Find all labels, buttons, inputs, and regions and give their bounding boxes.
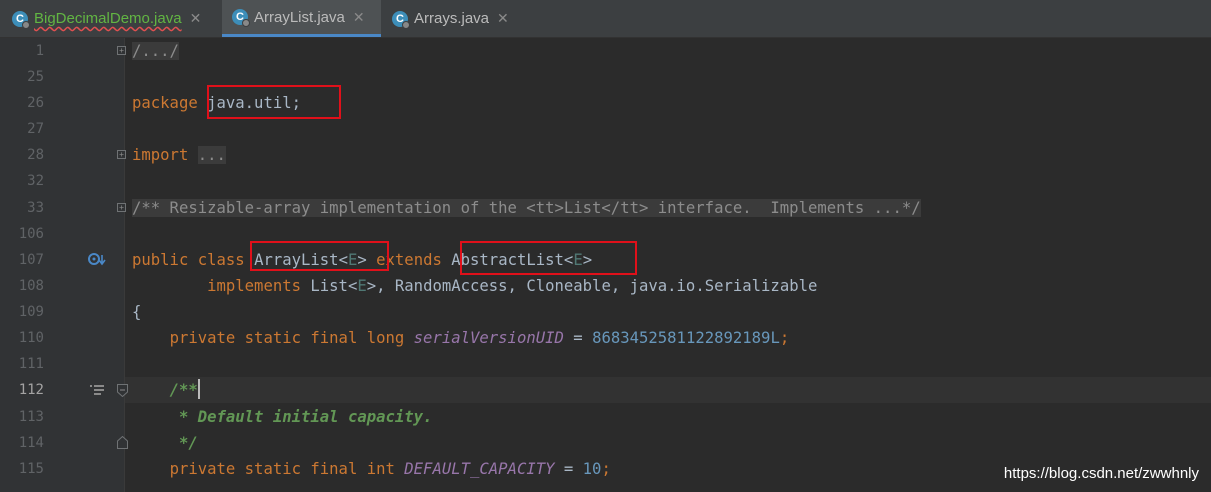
watermark-text: https://blog.csdn.net/zwwhnly [1003,465,1199,482]
folded-region[interactable]: /.../ [132,42,179,60]
rendered-doc-toggle-icon[interactable] [90,384,104,396]
semicolon: ; [779,329,790,347]
highlight-box-class [250,241,389,271]
folded-region[interactable]: ... [197,146,226,164]
operator: = [554,460,583,478]
line-number: 26 [27,95,44,111]
number-literal: 8683452581122892189L [592,329,780,347]
interface-list: >, RandomAccess, Cloneable, java.io.Seri… [366,277,818,295]
type-parameter: E [357,277,367,295]
java-class-icon: C [232,9,250,27]
tab-label: ArrayList.java [254,8,345,26]
close-icon[interactable]: ✕ [353,9,365,26]
line-number: 109 [18,304,44,320]
close-icon[interactable]: ✕ [497,10,509,27]
code-editor[interactable]: 1 25 26 27 28 32 33 106 107 108 109 110 … [0,38,1211,492]
line-number: 107 [18,252,44,268]
line-number: 111 [18,356,44,372]
line-number: 114 [18,435,44,451]
code-line-110: private static final long serialVersionU… [132,325,790,351]
keyword: implements [207,277,301,295]
javadoc-comment: * Default initial capacity. [169,408,433,426]
field-name: serialVersionUID [413,329,564,347]
text-caret [197,379,200,399]
javadoc-comment: */ [169,434,198,452]
folded-javadoc[interactable]: /** Resizable-array implementation of th… [132,199,921,217]
line-number: 27 [27,121,44,137]
java-class-icon: C [12,10,30,29]
number-literal: 10 [582,460,602,478]
line-number: 33 [27,200,44,216]
keyword: import [132,146,189,164]
code-line-108: implements List<E>, RandomAccess, Clonea… [132,273,817,299]
operator: = [563,329,593,347]
keyword: private static final int [169,460,395,478]
tab-label: Arrays.java [414,10,490,27]
line-number: 113 [18,409,44,425]
java-class-icon: C [392,10,410,29]
line-number: 110 [18,330,44,346]
fold-end-icon[interactable] [117,436,128,449]
tab-label: BigDecimalDemo.java [34,10,182,27]
code-line-33: /** Resizable-array implementation of th… [132,195,921,221]
keyword: public [132,251,189,269]
code-line-115: private static final int DEFAULT_CAPACIT… [132,456,611,482]
line-number: 28 [27,147,44,163]
highlight-box-superclass [460,241,637,275]
gutter: 1 25 26 27 28 32 33 106 107 108 109 110 … [0,38,128,492]
interface-name: List< [310,277,358,295]
overridden-method-icon[interactable] [88,253,106,267]
line-number: 108 [18,278,44,294]
code-line-1: /.../ [132,38,179,64]
close-icon[interactable]: ✕ [190,10,202,27]
line-number: 106 [18,226,44,242]
editor-tab-bar: C BigDecimalDemo.java ✕ C ArrayList.java… [0,0,1211,38]
fold-expand-icon[interactable]: + [117,150,126,159]
tab-bigdecimaldemo[interactable]: C BigDecimalDemo.java ✕ [12,0,201,37]
code-line-114: */ [132,430,198,456]
keyword: package [132,94,198,112]
line-number: 1 [35,43,44,59]
current-line-number: 112 [18,382,44,398]
brace: { [132,303,142,321]
tab-arraylist[interactable]: C ArrayList.java ✕ [222,0,381,37]
code-line-109: { [132,299,141,325]
code-line-112: /** [132,377,200,403]
fold-expand-icon[interactable]: + [117,203,126,212]
keyword: class [197,251,245,269]
code-line-28: import ... [132,142,226,168]
semicolon: ; [601,460,611,478]
line-number: 115 [18,461,44,477]
keyword: private static final long [169,329,405,347]
highlight-box-package [207,85,341,119]
code-line-113: * Default initial capacity. [132,404,433,430]
fold-expand-icon[interactable]: + [117,46,126,55]
fold-collapse-icon[interactable] [117,384,128,397]
line-number: 25 [27,69,44,85]
tab-arrays[interactable]: C Arrays.java ✕ [392,0,509,37]
field-name: DEFAULT_CAPACITY [404,460,555,478]
line-number: 32 [27,173,44,189]
javadoc-comment: /** [169,381,198,399]
current-line-highlight [124,377,1211,403]
